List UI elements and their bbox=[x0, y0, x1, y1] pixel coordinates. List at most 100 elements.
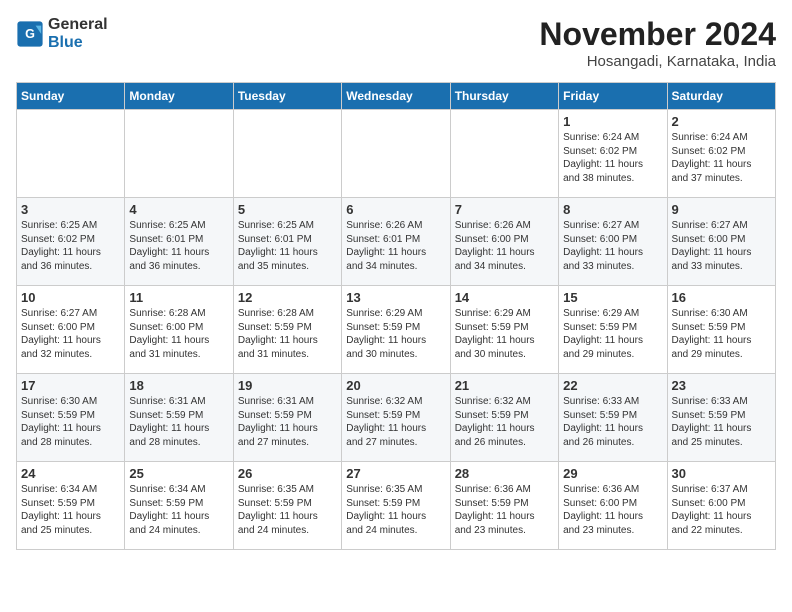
day-number: 2 bbox=[672, 114, 771, 129]
day-info: Sunrise: 6:25 AM Sunset: 6:01 PM Dayligh… bbox=[238, 219, 337, 273]
day-info: Sunrise: 6:32 AM Sunset: 5:59 PM Dayligh… bbox=[455, 395, 554, 449]
day-number: 15 bbox=[563, 290, 662, 305]
day-number: 3 bbox=[21, 202, 120, 217]
day-cell-4: 4Sunrise: 6:25 AM Sunset: 6:01 PM Daylig… bbox=[125, 198, 233, 286]
day-cell-10: 10Sunrise: 6:27 AM Sunset: 6:00 PM Dayli… bbox=[17, 286, 125, 374]
day-info: Sunrise: 6:29 AM Sunset: 5:59 PM Dayligh… bbox=[346, 307, 445, 361]
day-number: 14 bbox=[455, 290, 554, 305]
day-info: Sunrise: 6:36 AM Sunset: 6:00 PM Dayligh… bbox=[563, 483, 662, 537]
logo-icon: G bbox=[16, 20, 44, 48]
day-cell-26: 26 Sunrise: 6:35 AM Sunset: 5:59 PM Dayli… bbox=[233, 462, 341, 550]
day-info: Sunrise: 6:35 AM Sunset: 5:59 PM Dayligh… bbox=[346, 483, 445, 537]
week-row: 17Sunrise: 6:30 AM Sunset: 5:59 PM Dayli… bbox=[17, 374, 776, 462]
day-cell-6: 6Sunrise: 6:26 AM Sunset: 6:01 PM Daylig… bbox=[342, 198, 450, 286]
day-number: 6 bbox=[346, 202, 445, 217]
day-number: 26 bbox=[238, 466, 337, 481]
day-cell-5: 5Sunrise: 6:25 AM Sunset: 6:01 PM Daylig… bbox=[233, 198, 341, 286]
day-info: Sunrise: 6:29 AM Sunset: 5:59 PM Dayligh… bbox=[455, 307, 554, 361]
week-row: 3 Sunrise: 6:25 AM Sunset: 6:02 PM Daylig… bbox=[17, 198, 776, 286]
day-info: Sunrise: 6:28 AM Sunset: 6:00 PM Dayligh… bbox=[129, 307, 228, 361]
day-info: Sunrise: 6:27 AM Sunset: 6:00 PM Dayligh… bbox=[563, 219, 662, 273]
day-info: Sunrise: 6:32 AM Sunset: 5:59 PM Dayligh… bbox=[346, 395, 445, 449]
empty-cell bbox=[17, 110, 125, 198]
day-info: Sunrise: 6:34 AM Sunset: 5:59 PM Dayligh… bbox=[21, 483, 120, 537]
day-info: Sunrise: 6:25 AM Sunset: 6:02 PM Dayligh… bbox=[21, 219, 120, 273]
calendar-body: 1 Sunrise: 6:24 AM Sunset: 6:02 PM Daylig… bbox=[17, 110, 776, 550]
day-info: Sunrise: 6:31 AM Sunset: 5:59 PM Dayligh… bbox=[129, 395, 228, 449]
empty-cell bbox=[233, 110, 341, 198]
day-number: 8 bbox=[563, 202, 662, 217]
day-info: Sunrise: 6:36 AM Sunset: 5:59 PM Dayligh… bbox=[455, 483, 554, 537]
day-info: Sunrise: 6:26 AM Sunset: 6:00 PM Dayligh… bbox=[455, 219, 554, 273]
day-number: 7 bbox=[455, 202, 554, 217]
day-info: Sunrise: 6:27 AM Sunset: 6:00 PM Dayligh… bbox=[672, 219, 771, 273]
week-row: 24 Sunrise: 6:34 AM Sunset: 5:59 PM Dayli… bbox=[17, 462, 776, 550]
day-number: 17 bbox=[21, 378, 120, 393]
day-number: 21 bbox=[455, 378, 554, 393]
day-cell-24: 24 Sunrise: 6:34 AM Sunset: 5:59 PM Dayli… bbox=[17, 462, 125, 550]
day-number: 12 bbox=[238, 290, 337, 305]
header-wednesday: Wednesday bbox=[342, 83, 450, 110]
calendar-table: SundayMondayTuesdayWednesdayThursdayFrid… bbox=[16, 82, 776, 550]
day-cell-28: 28 Sunrise: 6:36 AM Sunset: 5:59 PM Dayli… bbox=[450, 462, 558, 550]
day-cell-7: 7 Sunrise: 6:26 AM Sunset: 6:00 PM Daylig… bbox=[450, 198, 558, 286]
header-friday: Friday bbox=[559, 83, 667, 110]
logo-text: General Blue bbox=[48, 16, 108, 51]
month-title: November 2024 bbox=[539, 16, 776, 53]
day-number: 11 bbox=[129, 290, 228, 305]
day-cell-8: 8 Sunrise: 6:27 AM Sunset: 6:00 PM Daylig… bbox=[559, 198, 667, 286]
day-number: 22 bbox=[563, 378, 662, 393]
day-cell-19: 19 Sunrise: 6:31 AM Sunset: 5:59 PM Dayli… bbox=[233, 374, 341, 462]
title-block: November 2024 Hosangadi, Karnataka, Indi… bbox=[539, 16, 776, 70]
empty-cell bbox=[450, 110, 558, 198]
header-tuesday: Tuesday bbox=[233, 83, 341, 110]
day-info: Sunrise: 6:24 AM Sunset: 6:02 PM Dayligh… bbox=[672, 131, 771, 185]
location: Hosangadi, Karnataka, India bbox=[539, 53, 776, 70]
logo: G General Blue bbox=[16, 16, 108, 51]
day-cell-1: 1Sunrise: 6:24 AM Sunset: 6:02 PM Daylig… bbox=[559, 110, 667, 198]
day-cell-16: 16 Sunrise: 6:30 AM Sunset: 5:59 PM Dayli… bbox=[667, 286, 775, 374]
day-info: Sunrise: 6:31 AM Sunset: 5:59 PM Dayligh… bbox=[238, 395, 337, 449]
week-row: 1 Sunrise: 6:24 AM Sunset: 6:02 PM Daylig… bbox=[17, 110, 776, 198]
calendar-header: SundayMondayTuesdayWednesdayThursdayFrid… bbox=[17, 83, 776, 110]
day-info: Sunrise: 6:35 AM Sunset: 5:59 PM Dayligh… bbox=[238, 483, 337, 537]
day-cell-2: 2 Sunrise: 6:24 AM Sunset: 6:02 PM Daylig… bbox=[667, 110, 775, 198]
day-cell-9: 9 Sunrise: 6:27 AM Sunset: 6:00 PM Daylig… bbox=[667, 198, 775, 286]
svg-text:G: G bbox=[25, 27, 35, 41]
day-info: Sunrise: 6:34 AM Sunset: 5:59 PM Dayligh… bbox=[129, 483, 228, 537]
day-cell-20: 20 Sunrise: 6:32 AM Sunset: 5:59 PM Dayli… bbox=[342, 374, 450, 462]
day-cell-27: 27 Sunrise: 6:35 AM Sunset: 5:59 PM Dayli… bbox=[342, 462, 450, 550]
header-sunday: Sunday bbox=[17, 83, 125, 110]
day-number: 16 bbox=[672, 290, 771, 305]
header-thursday: Thursday bbox=[450, 83, 558, 110]
day-cell-25: 25Sunrise: 6:34 AM Sunset: 5:59 PM Dayli… bbox=[125, 462, 233, 550]
empty-cell bbox=[342, 110, 450, 198]
day-number: 24 bbox=[21, 466, 120, 481]
day-number: 28 bbox=[455, 466, 554, 481]
day-info: Sunrise: 6:28 AM Sunset: 5:59 PM Dayligh… bbox=[238, 307, 337, 361]
day-cell-11: 11 Sunrise: 6:28 AM Sunset: 6:00 PM Dayli… bbox=[125, 286, 233, 374]
day-number: 29 bbox=[563, 466, 662, 481]
day-cell-29: 29 Sunrise: 6:36 AM Sunset: 6:00 PM Dayli… bbox=[559, 462, 667, 550]
day-info: Sunrise: 6:30 AM Sunset: 5:59 PM Dayligh… bbox=[672, 307, 771, 361]
day-info: Sunrise: 6:25 AM Sunset: 6:01 PM Dayligh… bbox=[129, 219, 228, 273]
day-cell-21: 21 Sunrise: 6:32 AM Sunset: 5:59 PM Dayli… bbox=[450, 374, 558, 462]
day-number: 18 bbox=[129, 378, 228, 393]
day-number: 19 bbox=[238, 378, 337, 393]
day-number: 9 bbox=[672, 202, 771, 217]
day-number: 23 bbox=[672, 378, 771, 393]
day-cell-22: 22 Sunrise: 6:33 AM Sunset: 5:59 PM Dayli… bbox=[559, 374, 667, 462]
page-header: G General Blue November 2024 Hosangadi, … bbox=[16, 16, 776, 70]
day-cell-18: 18 Sunrise: 6:31 AM Sunset: 5:59 PM Dayli… bbox=[125, 374, 233, 462]
day-info: Sunrise: 6:33 AM Sunset: 5:59 PM Dayligh… bbox=[672, 395, 771, 449]
day-info: Sunrise: 6:27 AM Sunset: 6:00 PM Dayligh… bbox=[21, 307, 120, 361]
header-saturday: Saturday bbox=[667, 83, 775, 110]
day-cell-15: 15Sunrise: 6:29 AM Sunset: 5:59 PM Dayli… bbox=[559, 286, 667, 374]
day-number: 27 bbox=[346, 466, 445, 481]
day-cell-12: 12 Sunrise: 6:28 AM Sunset: 5:59 PM Dayli… bbox=[233, 286, 341, 374]
day-number: 13 bbox=[346, 290, 445, 305]
day-cell-13: 13 Sunrise: 6:29 AM Sunset: 5:59 PM Dayli… bbox=[342, 286, 450, 374]
day-number: 20 bbox=[346, 378, 445, 393]
day-info: Sunrise: 6:33 AM Sunset: 5:59 PM Dayligh… bbox=[563, 395, 662, 449]
day-number: 1 bbox=[563, 114, 662, 129]
